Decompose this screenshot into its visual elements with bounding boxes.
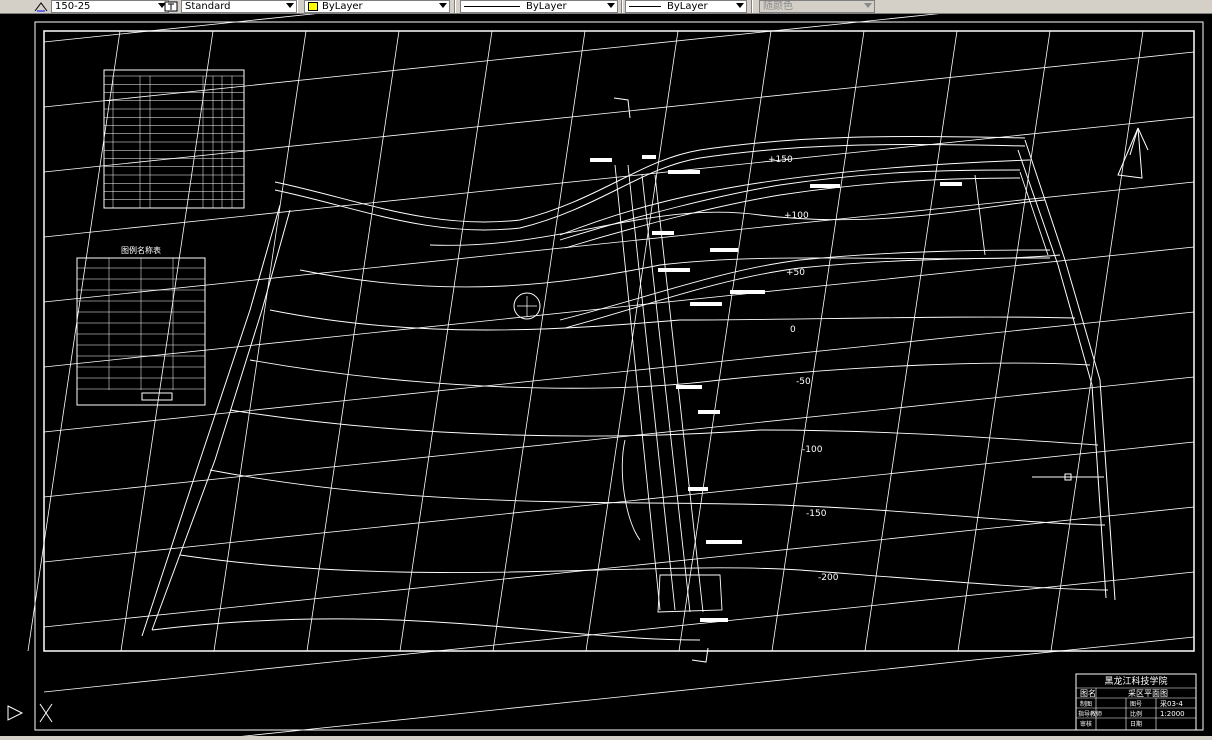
color-swatch	[308, 1, 318, 11]
plotstyle-value: 随颜色	[763, 1, 793, 12]
lineweight-preview	[629, 5, 661, 7]
linetype-group: ByLayer	[460, 0, 618, 13]
legend-table-title: 图例名称表	[121, 245, 161, 255]
color-select[interactable]: ByLayer	[304, 0, 450, 13]
lineweight-group: ByLayer	[625, 0, 747, 13]
toolbar-separator	[621, 0, 623, 13]
contour-label: -200	[818, 573, 839, 583]
drawing-canvas[interactable]: +150 +100 +50 0 -50 -100 -150 -200 图例名称表…	[0, 14, 1212, 736]
modelspace-background	[0, 14, 1212, 736]
color-group: ByLayer	[304, 0, 450, 13]
linetype-preview	[464, 5, 520, 7]
contour-label: +100	[784, 211, 809, 221]
linetype-select[interactable]: ByLayer	[460, 0, 618, 13]
contour-label: -100	[802, 445, 823, 455]
date-label: 日期	[1130, 720, 1142, 728]
textstyle-group: Standard	[164, 0, 297, 13]
linetype-value: ByLayer	[526, 1, 567, 12]
shaft-symbol	[513, 292, 541, 320]
draftsman-label: 制图	[1080, 700, 1092, 708]
scale-label: 比例	[1130, 710, 1142, 718]
drawing-name: 采区平面图	[1128, 688, 1168, 698]
advisor-label: 指导教师	[1078, 710, 1102, 718]
toolbar-separator	[751, 0, 753, 13]
dimstyle-value: 150-25	[55, 1, 91, 12]
drawing-number-label: 图号	[1130, 701, 1142, 708]
title-block: 黑龙江科技学院 图名 采区平面图 制图 图号 采03-4 指导教师 比例 1:2…	[1075, 673, 1197, 731]
toolbar-separator	[296, 0, 298, 13]
status-bar	[0, 736, 1212, 740]
school-name: 黑龙江科技学院	[1104, 675, 1167, 687]
drawing-name-label: 图名	[1080, 688, 1096, 698]
lineweight-select[interactable]: ByLayer	[625, 0, 747, 13]
toolbar-separator	[454, 0, 456, 13]
scale-value: 1:2000	[1160, 710, 1185, 718]
color-value: ByLayer	[322, 1, 363, 12]
reviewer-label: 审核	[1080, 720, 1092, 728]
contour-label: -150	[806, 509, 827, 519]
lineweight-value: ByLayer	[667, 1, 708, 12]
textstyle-icon[interactable]	[164, 1, 178, 12]
dimstyle-icon[interactable]	[34, 1, 48, 12]
textstyle-select[interactable]: Standard	[181, 0, 297, 13]
dimstyle-select[interactable]: 150-25	[51, 0, 169, 13]
dimstyle-group: 150-25	[34, 0, 169, 13]
contour-label: +150	[768, 155, 793, 165]
contour-label: 0	[790, 325, 796, 335]
contour-label: -50	[796, 377, 811, 387]
properties-toolbar: 150-25 Standard ByLayer ByLayer ByLayer …	[0, 0, 1212, 14]
plotstyle-select: 随颜色	[759, 0, 875, 13]
plotstyle-group: 随颜色	[759, 0, 875, 13]
textstyle-value: Standard	[185, 1, 231, 12]
drawing-number: 采03-4	[1160, 699, 1183, 708]
